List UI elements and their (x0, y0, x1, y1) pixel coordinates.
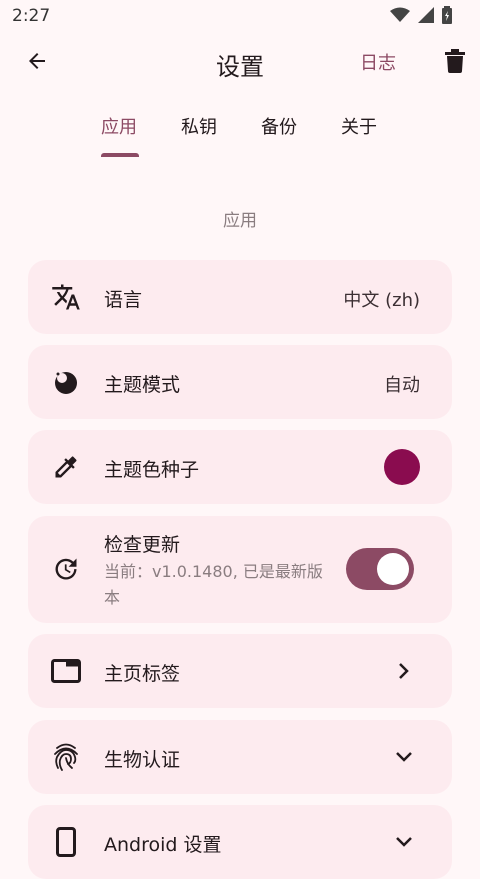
setting-label: 语言 (104, 289, 143, 311)
auto-update-toggle[interactable] (346, 548, 414, 590)
color-swatch (384, 449, 420, 485)
setting-android[interactable]: Android 设置 (28, 805, 452, 879)
app-bar: 设置 日志 (0, 34, 480, 92)
chevron-right-icon (394, 661, 414, 681)
page-title: 设置 (216, 53, 264, 81)
setting-label: 生物认证 (104, 749, 181, 771)
setting-home-tabs[interactable]: 主页标签 (28, 634, 452, 708)
battery-charging-icon (442, 6, 452, 28)
tab-bar: 应用 私钥 备份 关于 (80, 100, 400, 160)
eyedropper-icon (50, 451, 82, 483)
status-icons (390, 6, 452, 28)
back-button[interactable] (20, 46, 54, 80)
setting-subtitle: 当前：v1.0.1480, 已是最新版本 (104, 562, 323, 607)
phone-android-icon (50, 826, 82, 858)
tab-indicator (101, 153, 139, 157)
setting-label: 主题色种子 (104, 459, 200, 481)
setting-language[interactable]: 语言 中文 (zh) (28, 260, 452, 334)
chevron-down-icon (394, 747, 414, 767)
update-icon (50, 553, 82, 585)
tab-app[interactable]: 应用 (101, 113, 137, 139)
tab-backup[interactable]: 备份 (261, 113, 297, 139)
wifi-icon (390, 7, 410, 27)
setting-value: 中文 (zh) (343, 290, 420, 311)
setting-label: 主页标签 (104, 663, 181, 685)
fingerprint-icon (50, 741, 82, 773)
setting-theme-mode[interactable]: 主题模式 自动 (28, 345, 452, 419)
tab-keys[interactable]: 私钥 (181, 113, 217, 139)
setting-label: 主题模式 (104, 374, 181, 396)
setting-value: 自动 (384, 375, 420, 396)
theme-mode-icon (50, 366, 82, 398)
cellular-signal-icon (418, 7, 434, 27)
setting-theme-seed[interactable]: 主题色种子 (28, 430, 452, 504)
toggle-knob (377, 553, 409, 585)
setting-label: 检查更新 (104, 534, 181, 556)
setting-check-update[interactable]: 检查更新 当前：v1.0.1480, 已是最新版本 (28, 516, 452, 623)
trash-icon (445, 49, 465, 77)
status-bar: 2:27 (0, 0, 480, 34)
translate-icon (50, 281, 82, 313)
tab-about[interactable]: 关于 (341, 113, 377, 139)
arrow-back-icon (25, 49, 49, 77)
delete-button[interactable] (441, 48, 469, 78)
status-time: 2:27 (12, 6, 51, 26)
log-button[interactable]: 日志 (360, 49, 396, 75)
setting-biometric[interactable]: 生物认证 (28, 720, 452, 794)
section-header: 应用 (223, 211, 257, 231)
chevron-down-icon (394, 832, 414, 852)
tab-window-icon (50, 655, 82, 687)
